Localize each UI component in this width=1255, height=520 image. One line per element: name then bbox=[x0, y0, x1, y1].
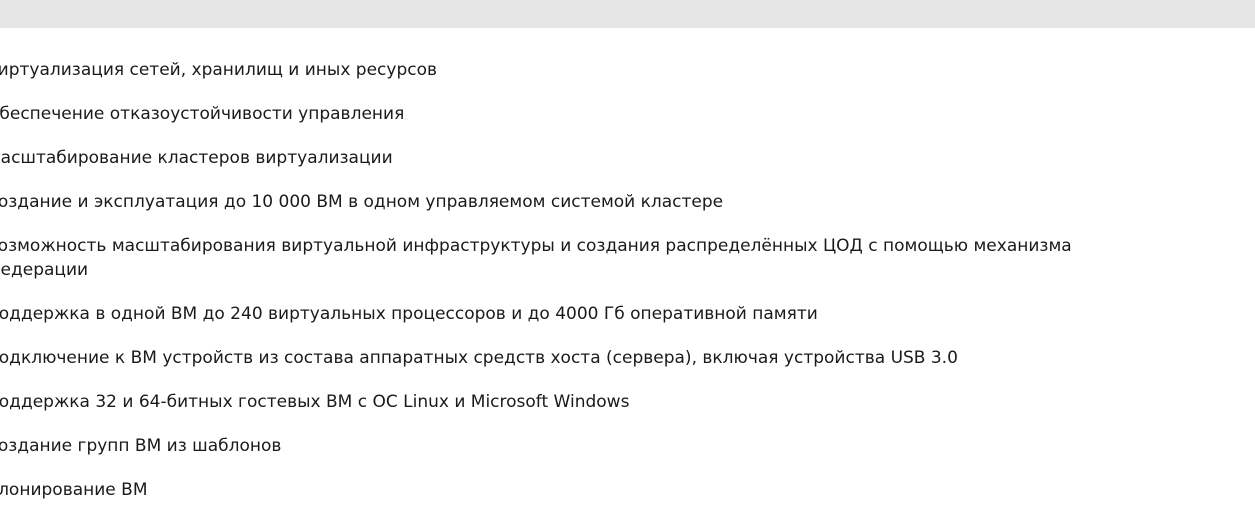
feature-text: Подключение к ВМ устройств из состава ап… bbox=[0, 348, 958, 368]
feature-item: Масштабирование кластеров виртуализации bbox=[0, 146, 1255, 170]
feature-text: Возможность масштабирования виртуальной … bbox=[0, 236, 1072, 256]
feature-text: Поддержка в одной ВМ до 240 виртуальных … bbox=[0, 304, 818, 324]
feature-text: Виртуализация сетей, хранилищ и иных рес… bbox=[0, 60, 438, 80]
feature-item: Клонирование ВМ bbox=[0, 478, 1255, 502]
feature-item: Создание и эксплуатация до 10 000 ВМ в о… bbox=[0, 190, 1255, 214]
feature-item: Поддержка в одной ВМ до 240 виртуальных … bbox=[0, 302, 1255, 326]
feature-text: Масштабирование кластеров виртуализации bbox=[0, 148, 393, 168]
feature-list: Виртуализация сетей, хранилищ и иных рес… bbox=[0, 58, 1255, 502]
feature-text: Создание и эксплуатация до 10 000 ВМ в о… bbox=[0, 192, 724, 212]
feature-text: Клонирование ВМ bbox=[0, 480, 148, 500]
feature-text-continued: федерации bbox=[0, 260, 89, 280]
feature-item: Виртуализация сетей, хранилищ и иных рес… bbox=[0, 58, 1255, 82]
feature-text: Поддержка 32 и 64-битных гостевых ВМ с О… bbox=[0, 392, 630, 412]
feature-item: Возможность масштабирования виртуальной … bbox=[0, 234, 1255, 282]
feature-item: Обеспечение отказоустойчивости управлени… bbox=[0, 102, 1255, 126]
feature-text: Обеспечение отказоустойчивости управлени… bbox=[0, 104, 405, 124]
header-bar bbox=[0, 0, 1255, 28]
feature-item: Создание групп ВМ из шаблонов bbox=[0, 434, 1255, 458]
feature-item: Поддержка 32 и 64-битных гостевых ВМ с О… bbox=[0, 390, 1255, 414]
feature-text: Создание групп ВМ из шаблонов bbox=[0, 436, 282, 456]
feature-item: Подключение к ВМ устройств из состава ап… bbox=[0, 346, 1255, 370]
